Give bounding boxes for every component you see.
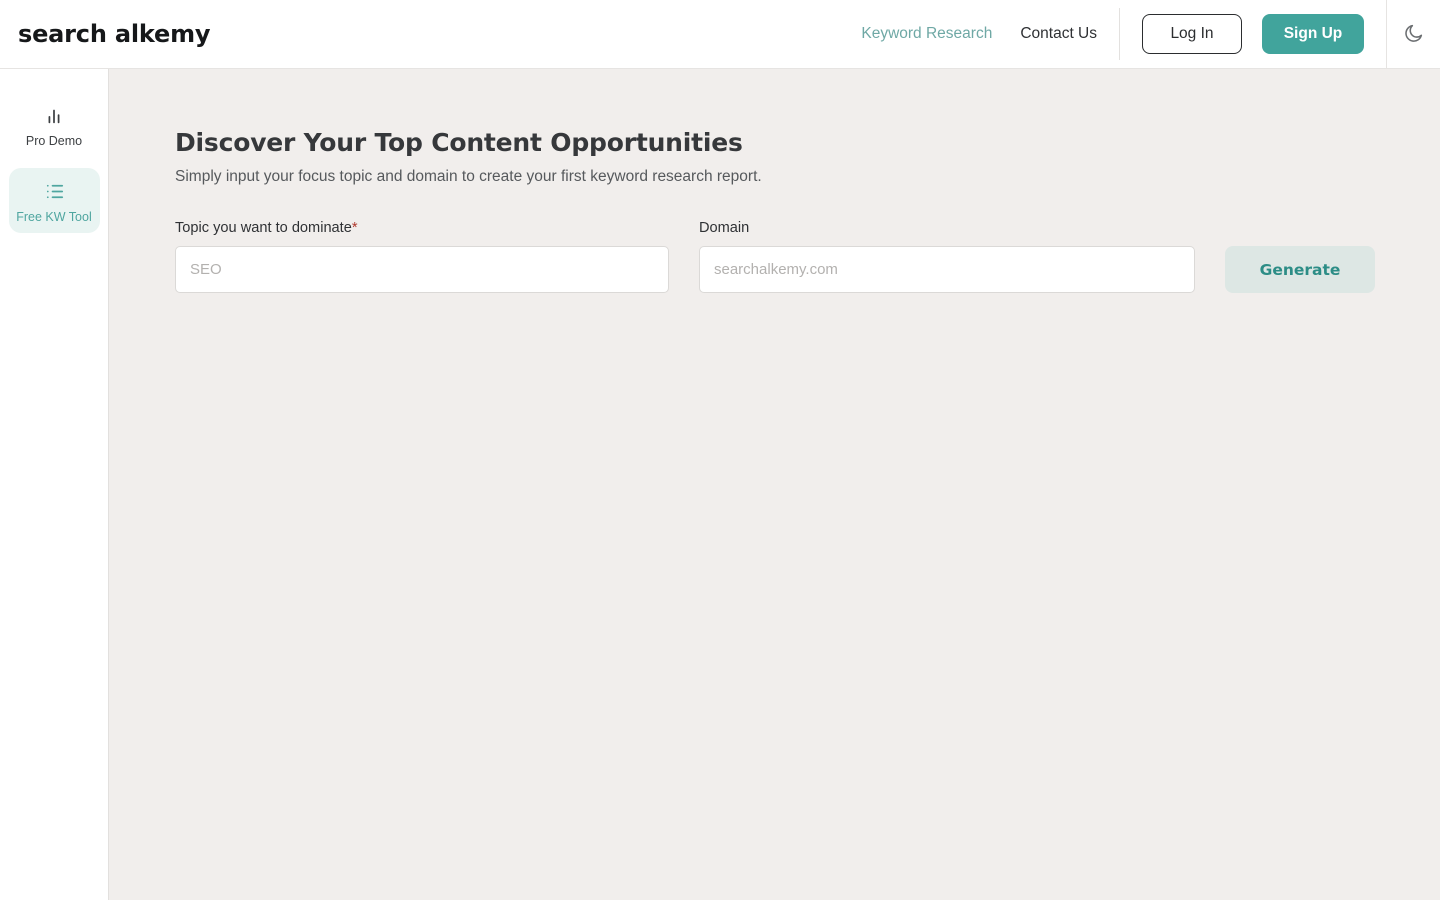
app-body: Pro Demo Free KW Tool Discover Your Top … <box>0 69 1440 900</box>
topic-input[interactable] <box>175 246 669 294</box>
topic-field-label: Topic you want to dominate* <box>175 221 669 236</box>
keyword-form: Topic you want to dominate* Domain Gener… <box>175 221 1440 294</box>
sidebar-item-pro-demo[interactable]: Pro Demo <box>9 93 100 158</box>
sidebar-item-label-pro-demo: Pro Demo <box>25 134 83 148</box>
topic-label-text: Topic you want to dominate <box>175 219 352 236</box>
auth-button-group: Log In Sign Up <box>1120 14 1386 54</box>
domain-field-group: Domain <box>699 221 1195 294</box>
nav-keyword-research[interactable]: Keyword Research <box>861 25 992 43</box>
bar-chart-icon <box>43 105 65 127</box>
sidebar-item-label-free-kw-tool: Free KW Tool <box>16 209 92 224</box>
log-in-button[interactable]: Log In <box>1142 14 1242 54</box>
primary-nav: Keyword Research Contact Us <box>861 25 1119 43</box>
app-header: search alkemy Keyword Research Contact U… <box>0 0 1440 69</box>
domain-field-label: Domain <box>699 219 750 236</box>
header-right-group: Keyword Research Contact Us Log In Sign … <box>861 0 1440 69</box>
moon-icon <box>1403 22 1425 47</box>
domain-input[interactable] <box>699 246 1195 294</box>
theme-toggle-button[interactable] <box>1387 0 1440 69</box>
page-subtitle: Simply input your focus topic and domain… <box>175 167 762 185</box>
main-content: Discover Your Top Content Opportunities … <box>109 69 1440 900</box>
sidebar-item-free-kw-tool[interactable]: Free KW Tool <box>8 167 100 233</box>
nav-contact-us[interactable]: Contact Us <box>1020 25 1097 43</box>
sign-up-button[interactable]: Sign Up <box>1262 14 1364 54</box>
page-title: Discover Your Top Content Opportunities <box>175 128 743 157</box>
required-marker: * <box>351 219 358 236</box>
generate-button[interactable]: Generate <box>1225 246 1375 294</box>
app-logo[interactable]: search alkemy <box>18 20 211 48</box>
list-icon <box>43 180 66 203</box>
topic-field-group: Topic you want to dominate* <box>175 221 669 294</box>
sidebar: Pro Demo Free KW Tool <box>0 69 109 900</box>
